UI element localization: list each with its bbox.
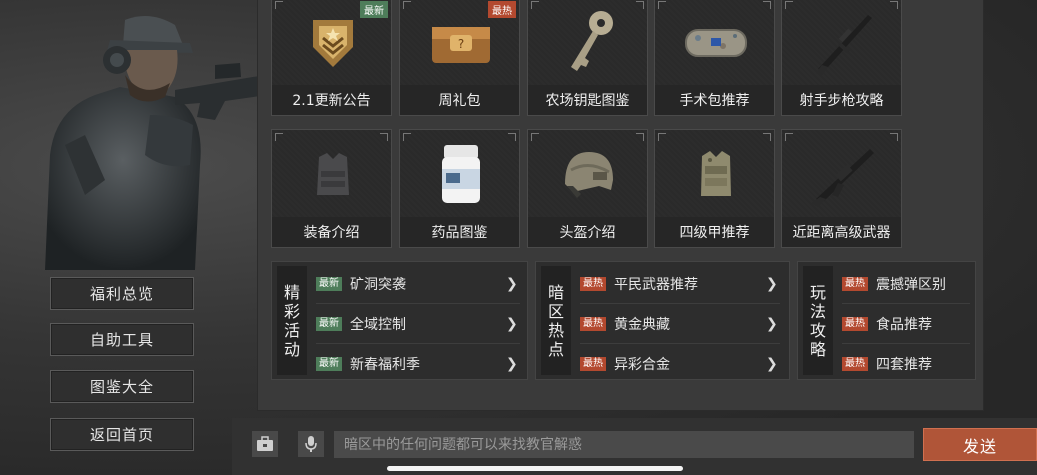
card-level4-armor[interactable]: 四级甲推荐 xyxy=(654,129,775,248)
card-label: 头盔介绍 xyxy=(528,217,647,247)
list-item-label: 矿洞突袭 xyxy=(350,276,406,293)
helmet-icon xyxy=(548,136,629,212)
list-item[interactable]: 最热 异彩合金 ❯ xyxy=(580,344,780,384)
card-label: 近距离高级武器 xyxy=(782,217,901,247)
card-label: 装备介绍 xyxy=(272,217,391,247)
sidebar-item-encyclopedia[interactable]: 图鉴大全 xyxy=(50,370,194,403)
card-weekly-gift[interactable]: ? 最热 周礼包 xyxy=(399,0,520,116)
voice-button[interactable] xyxy=(298,431,324,457)
list-item-label: 全域控制 xyxy=(350,316,406,333)
list-item[interactable]: 最新 新春福利季 ❯ xyxy=(316,344,520,384)
microphone-icon xyxy=(305,436,317,452)
toolbox-button[interactable] xyxy=(252,431,278,457)
chevron-right-icon: ❯ xyxy=(506,275,518,292)
card-medicine[interactable]: 药品图鉴 xyxy=(399,129,520,248)
hot-tag: 最热 xyxy=(842,357,868,371)
chevron-right-icon: ❯ xyxy=(506,356,518,372)
list-item-label: 震撼弹区别 xyxy=(876,276,946,293)
soldier-illustration xyxy=(45,16,267,270)
list-item[interactable]: 最新 矿洞突袭 ❯ xyxy=(316,264,520,304)
card-label: 2.1更新公告 xyxy=(272,85,391,115)
list-item[interactable]: 最新 全域控制 ❯ xyxy=(316,304,520,344)
group-title: 玩法攻略 xyxy=(803,266,833,375)
group-guides: 玩法攻略 最热 震撼弹区别 最热 食品推荐 最热 四套推荐 xyxy=(797,261,976,380)
list-item-label: 黄金典藏 xyxy=(614,316,670,333)
list-item[interactable]: 最热 四套推荐 xyxy=(842,344,970,384)
new-tag: 最新 xyxy=(316,316,342,331)
home-indicator[interactable] xyxy=(387,466,683,471)
hot-tag: 最热 xyxy=(580,357,606,371)
card-equipment[interactable]: 装备介绍 xyxy=(271,129,392,248)
rifle-icon xyxy=(802,4,883,80)
card-label: 手术包推荐 xyxy=(655,85,774,115)
list-item[interactable]: 最热 食品推荐 xyxy=(842,304,970,344)
sidebar-item-home[interactable]: 返回首页 xyxy=(50,418,194,451)
armor-icon xyxy=(675,136,756,212)
card-marksman-rifle[interactable]: 射手步枪攻略 xyxy=(781,0,902,116)
vest-icon xyxy=(292,136,373,212)
list-item-label: 平民武器推荐 xyxy=(614,276,698,293)
hot-tag: 最热 xyxy=(580,276,606,291)
card-surgery-kit[interactable]: 手术包推荐 xyxy=(654,0,775,116)
list-item[interactable]: 最热 平民武器推荐 ❯ xyxy=(580,264,780,304)
chevron-right-icon: ❯ xyxy=(766,356,778,372)
card-cqb-weapon[interactable]: 近距离高级武器 xyxy=(781,129,902,248)
list-item[interactable]: 最热 震撼弹区别 xyxy=(842,264,970,304)
card-update-notice[interactable]: 最新 2.1更新公告 xyxy=(271,0,392,116)
hot-tag: 最热 xyxy=(842,316,868,331)
card-label: 射手步枪攻略 xyxy=(782,85,901,115)
new-tag: 最新 xyxy=(316,276,342,291)
medicine-bottle-icon xyxy=(420,136,501,212)
card-label: 农场钥匙图鉴 xyxy=(528,85,647,115)
card-label: 周礼包 xyxy=(400,85,519,115)
list-item[interactable]: 最热 黄金典藏 ❯ xyxy=(580,304,780,344)
toolbox-icon xyxy=(257,436,273,451)
card-label: 四级甲推荐 xyxy=(655,217,774,247)
hot-tag: 最热 xyxy=(842,276,868,291)
key-icon xyxy=(548,4,629,80)
list-item-label: 新春福利季 xyxy=(350,357,420,373)
sidebar-item-welfare[interactable]: 福利总览 xyxy=(50,277,194,310)
sidebar-item-tools[interactable]: 自助工具 xyxy=(50,323,194,356)
group-title: 暗区热点 xyxy=(541,266,571,375)
chevron-right-icon: ❯ xyxy=(766,275,778,292)
list-item-label: 四套推荐 xyxy=(876,357,932,373)
card-farm-key[interactable]: 农场钥匙图鉴 xyxy=(527,0,648,116)
chevron-right-icon: ❯ xyxy=(506,315,518,332)
list-item-label: 异彩合金 xyxy=(614,357,670,373)
surgery-kit-icon xyxy=(675,4,756,80)
group-title: 精彩活动 xyxy=(277,266,307,375)
svg-text:?: ? xyxy=(457,37,463,51)
chat-input[interactable] xyxy=(334,431,914,458)
group-hotspots: 暗区热点 最热 平民武器推荐 ❯ 最热 黄金典藏 ❯ 最热 异彩合金 ❯ xyxy=(535,261,790,380)
assault-rifle-icon xyxy=(802,136,883,212)
send-button[interactable]: 发送 xyxy=(923,428,1037,461)
card-helmet[interactable]: 头盔介绍 xyxy=(527,129,648,248)
new-tag: 最新 xyxy=(360,1,388,18)
card-label: 药品图鉴 xyxy=(400,217,519,247)
list-item-label: 食品推荐 xyxy=(876,316,932,333)
chevron-right-icon: ❯ xyxy=(766,315,778,332)
hot-tag: 最热 xyxy=(580,316,606,331)
hot-tag: 最热 xyxy=(488,1,516,18)
new-tag: 最新 xyxy=(316,357,342,371)
group-events: 精彩活动 最新 矿洞突袭 ❯ 最新 全域控制 ❯ 最新 新春福利季 ❯ xyxy=(271,261,528,380)
